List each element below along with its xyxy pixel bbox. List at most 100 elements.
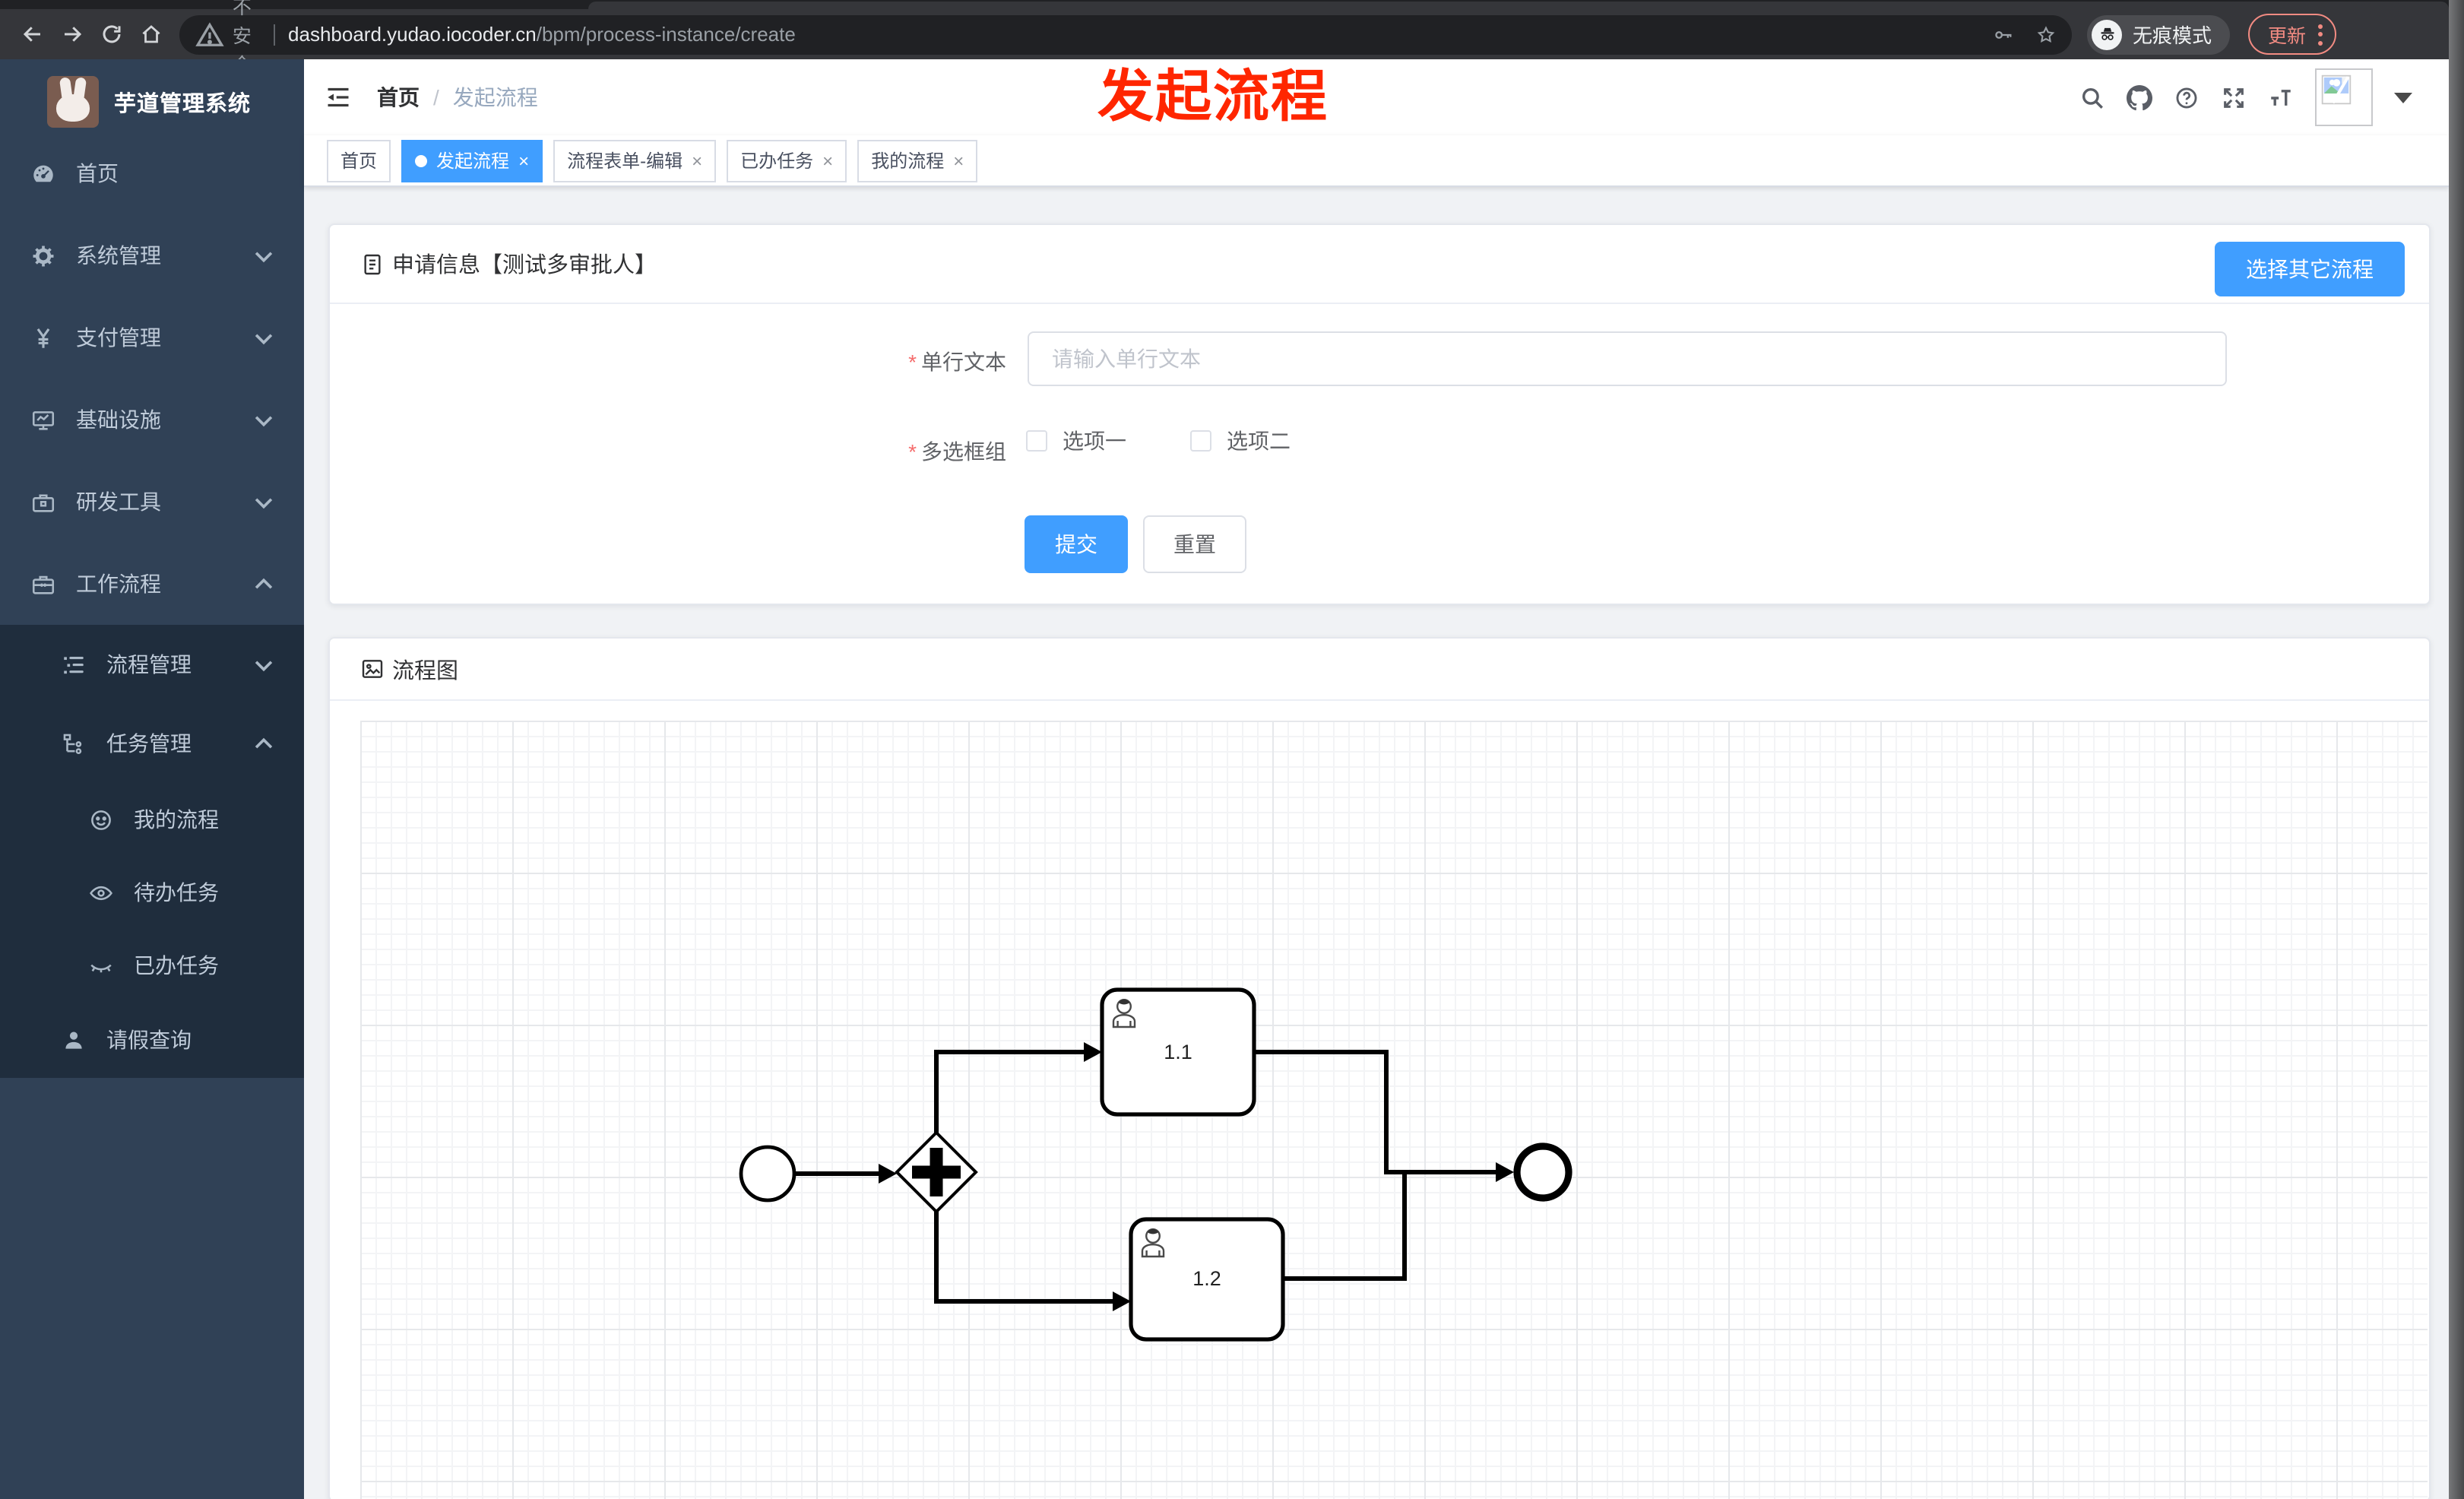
url-path: /bpm/process-instance/create xyxy=(536,23,796,46)
dashboard-icon xyxy=(33,164,53,182)
process-diagram-card: 流程图 1.1 1.2 xyxy=(328,637,2431,1499)
eye-icon xyxy=(90,885,112,900)
flow-task2-end xyxy=(1283,1174,1407,1281)
url-text[interactable]: dashboard.yudao.iocoder.cn/bpm/process-i… xyxy=(288,23,796,46)
reset-button[interactable]: 重置 xyxy=(1143,515,1246,573)
search-icon xyxy=(2082,87,2103,108)
url-bar[interactable]: 不安全 dashboard.yudao.iocoder.cn/bpm/proce… xyxy=(179,0,2072,76)
sidebar-item-system[interactable]: 系统管理 xyxy=(0,214,304,296)
back-button[interactable] xyxy=(12,14,52,54)
submit-button[interactable]: 提交 xyxy=(1025,515,1128,573)
incognito-badge: 无痕模式 xyxy=(2087,14,2231,54)
sidebar-item-todo-tasks[interactable]: 待办任务 xyxy=(0,856,304,929)
sidebar-item-dev-tools[interactable]: 研发工具 xyxy=(0,461,304,543)
tag-my-process[interactable]: 我的流程 × xyxy=(857,139,978,182)
page: 不安全 dashboard.yudao.iocoder.cn/bpm/proce… xyxy=(0,0,2464,1499)
checkbox-group-label: * 多选框组 xyxy=(908,439,1006,464)
flow-gateway-task2 xyxy=(934,1212,1113,1304)
tag-form-edit[interactable]: 流程表单-编辑 × xyxy=(553,139,717,182)
user-icon xyxy=(65,1031,82,1048)
font-size-button[interactable] xyxy=(2268,84,2294,110)
tags-view: 首页 发起流程 × 流程表单-编辑 × 已办任务 × 我的流程 × xyxy=(304,135,2449,187)
sidebar-item-payment[interactable]: 支付管理 xyxy=(0,296,304,379)
option2-label[interactable]: 选项二 xyxy=(1227,426,1291,456)
question-circle-icon xyxy=(2176,87,2197,108)
diagram-card-title: 流程图 xyxy=(392,659,458,683)
sidebar-logo-row[interactable]: 芋道管理系统 xyxy=(0,65,304,138)
bookmark-star-icon[interactable] xyxy=(2035,24,2057,45)
warning-icon xyxy=(195,21,224,46)
window-scrollbar[interactable] xyxy=(2449,0,2464,1499)
fullscreen-button[interactable] xyxy=(2221,84,2247,110)
browser-tabstrip xyxy=(0,0,2464,9)
avatar-dropdown-caret[interactable] xyxy=(2394,92,2412,103)
home-icon xyxy=(141,25,160,43)
search-button[interactable] xyxy=(2079,84,2105,110)
close-icon[interactable]: × xyxy=(822,151,833,170)
tag-home[interactable]: 首页 xyxy=(327,139,391,182)
sidebar-item-infrastructure[interactable]: 基础设施 xyxy=(0,379,304,461)
sidebar-item-leave-query[interactable]: 请假查询 xyxy=(0,1002,304,1078)
reload-icon xyxy=(102,25,120,43)
apply-card-title: 申请信息【测试多审批人】 xyxy=(392,254,657,278)
github-icon xyxy=(2127,84,2152,110)
breadcrumb-separator: / xyxy=(433,85,439,109)
option1-label[interactable]: 选项一 xyxy=(1063,426,1126,456)
apply-card-header: 申请信息【测试多审批人】 xyxy=(330,225,2429,304)
app-title: 芋道管理系统 xyxy=(114,92,251,116)
option2-checkbox[interactable] xyxy=(1190,430,1211,452)
sidebar: 芋道管理系统 首页 系统管理 支付管理 基础设施 研发工具 工作流程 流程管理 … xyxy=(0,59,304,1499)
yen-icon xyxy=(36,328,50,347)
sidebar-submenu-workflow: 流程管理 任务管理 我的流程 待办任务 已办任务 请假查询 xyxy=(0,625,304,1078)
help-button[interactable] xyxy=(2174,84,2200,110)
text-field-input[interactable]: 请输入单行文本 xyxy=(1028,331,2227,386)
forward-icon xyxy=(64,27,81,42)
tag-done-tasks[interactable]: 已办任务 × xyxy=(727,139,847,182)
select-other-process-button[interactable]: 选择其它流程 xyxy=(2215,242,2405,296)
sidebar-toggle-icon[interactable] xyxy=(324,84,353,111)
briefcase-icon xyxy=(32,575,55,594)
close-icon[interactable]: × xyxy=(692,151,702,170)
tag-start-process[interactable]: 发起流程 × xyxy=(401,139,543,182)
list-tree-icon xyxy=(64,655,84,673)
fullscreen-icon xyxy=(2224,87,2244,107)
chevron-down-icon xyxy=(255,333,273,344)
eye-closed-icon xyxy=(90,963,112,972)
end-event-node xyxy=(1513,1142,1572,1202)
url-host: dashboard.yudao.iocoder.cn xyxy=(288,23,537,46)
chevron-down-icon xyxy=(255,415,273,426)
option1-checkbox[interactable] xyxy=(1026,430,1047,452)
sidebar-item-done-tasks[interactable]: 已办任务 xyxy=(0,929,304,1002)
apply-info-card: 申请信息【测试多审批人】 选择其它流程 * 单行文本 请输入单行文本 * 多选框组 … xyxy=(328,223,2431,605)
flow-gateway-task1 xyxy=(934,1050,1084,1133)
sidebar-item-workflow[interactable]: 工作流程 xyxy=(0,543,304,625)
user-avatar[interactable] xyxy=(2315,68,2373,126)
home-button[interactable] xyxy=(131,14,170,54)
sidebar-item-my-process[interactable]: 我的流程 xyxy=(0,783,304,856)
password-key-icon[interactable] xyxy=(1993,24,2014,45)
toolbox-icon xyxy=(32,493,55,512)
chevron-up-icon xyxy=(255,737,273,748)
update-label: 更新 xyxy=(2268,26,2307,47)
reload-button[interactable] xyxy=(91,14,131,54)
task1-label: 1.1 xyxy=(1164,1041,1192,1063)
arrowhead xyxy=(1113,1291,1131,1311)
sidebar-item-home[interactable]: 首页 xyxy=(0,132,304,214)
sidebar-item-process-mgmt[interactable]: 流程管理 xyxy=(0,625,304,704)
browser-active-tab[interactable] xyxy=(588,2,2449,9)
monitor-icon xyxy=(32,410,55,429)
browser-menu-icon[interactable] xyxy=(2318,24,2323,45)
chevron-up-icon xyxy=(255,577,273,588)
bpmn-diagram: 1.1 1.2 xyxy=(739,987,1572,1342)
chevron-down-icon xyxy=(255,660,273,671)
checkbox-group: 选项一 选项二 xyxy=(1026,426,1291,456)
breadcrumb-home[interactable]: 首页 xyxy=(377,82,420,113)
sidebar-item-task-mgmt[interactable]: 任务管理 xyxy=(0,704,304,783)
update-button[interactable]: 更新 xyxy=(2248,14,2337,55)
incognito-label: 无痕模式 xyxy=(2133,24,2212,47)
close-icon[interactable]: × xyxy=(518,151,529,170)
close-icon[interactable]: × xyxy=(953,151,964,170)
text-field-label: * 单行文本 xyxy=(908,350,1006,374)
forward-button[interactable] xyxy=(52,14,91,54)
github-button[interactable] xyxy=(2127,84,2152,110)
